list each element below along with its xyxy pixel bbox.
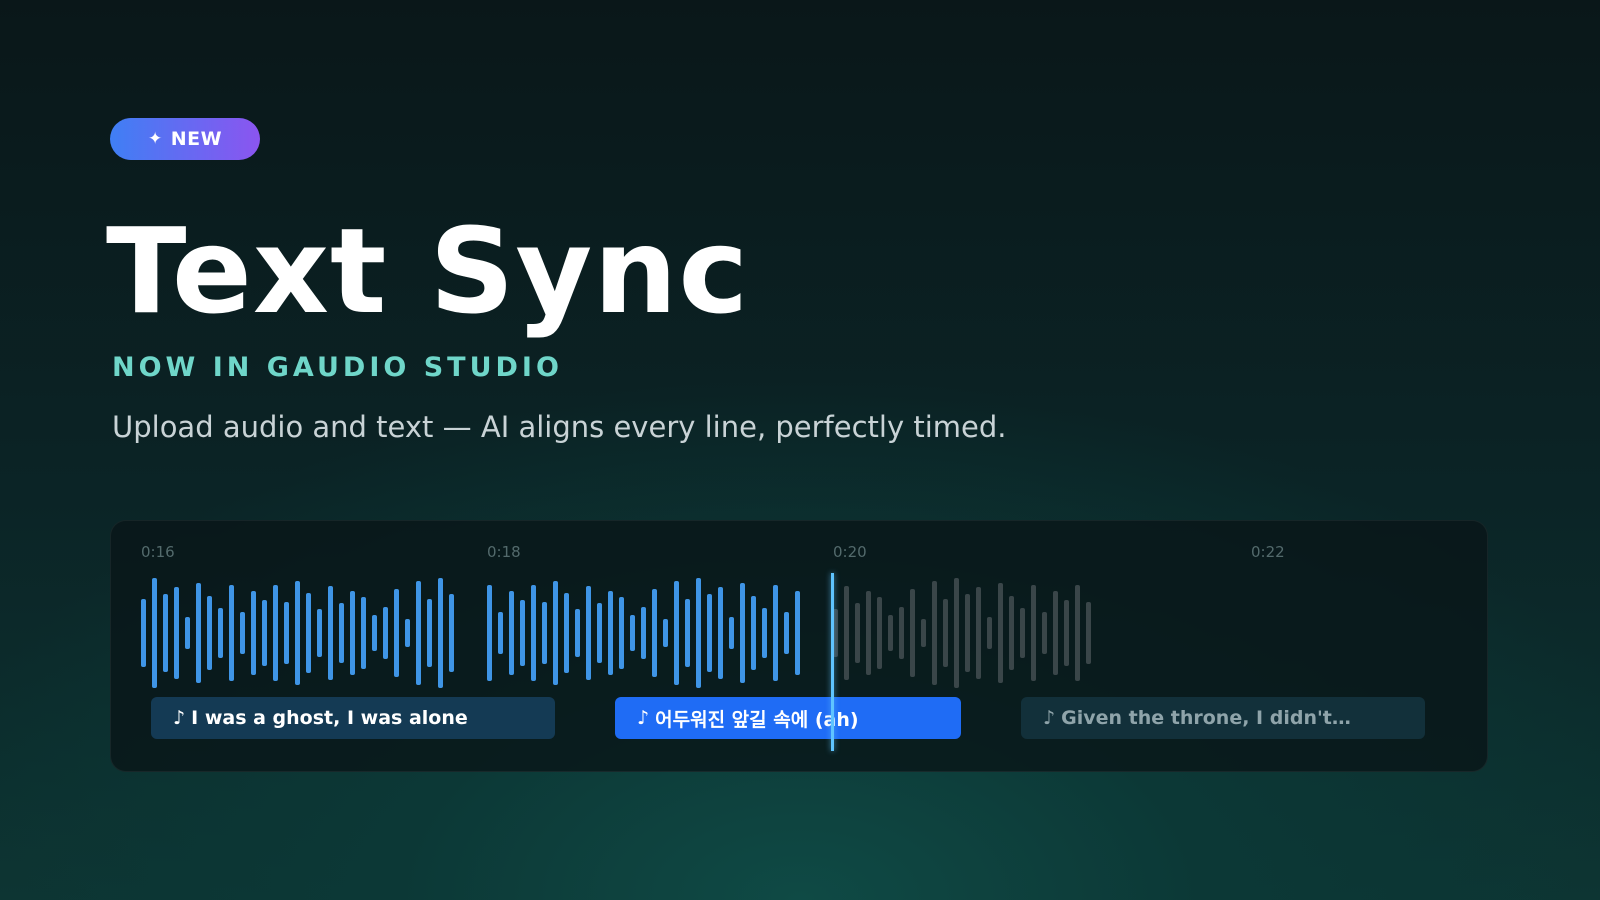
waveform-bar [608,591,613,675]
waveform-bar [1031,585,1036,681]
waveform-bar [729,617,734,649]
waveform-bar [877,597,882,669]
waveform-bar [866,591,871,675]
waveform-bar [707,594,712,672]
waveform-bar [932,581,937,685]
waveform-bar [564,593,569,673]
waveform-bar [696,578,701,688]
waveform-bar [185,617,190,649]
waveform-bar [663,619,668,647]
waveform-bar [295,581,300,685]
waveform-bar [350,591,355,675]
waveform-bar [394,589,399,677]
waveform-bar [449,594,454,672]
waveform-bar [630,615,635,651]
waveform-bar [218,608,223,658]
waveform-bar [652,589,657,677]
waveform-bar [855,603,860,663]
waveform-bar [762,608,767,658]
waveform-bar [427,599,432,667]
waveform-bar [619,597,624,669]
waveform-bar [751,596,756,670]
waveform-bar [174,587,179,679]
music-note-icon: ♪ [637,707,650,729]
page-title: Text Sync [106,202,750,340]
waveform-bar [152,578,157,688]
waveform-bar [240,612,245,654]
waveform-bar [229,585,234,681]
waveform-bar [954,578,959,688]
lyric-text: I was a ghost, I was alone [191,707,468,729]
waveform-bar [372,615,377,651]
waveform-bar [339,603,344,663]
playhead[interactable] [831,573,834,751]
waveform-bar [317,609,322,657]
waveform-bar [262,600,267,666]
waveform-bar [674,581,679,685]
waveform-bar [306,593,311,673]
waveform-bar [943,599,948,667]
waveform-bar [553,581,558,685]
waveform-bar [987,617,992,649]
waveform-bar [328,586,333,680]
waveform-bar [740,583,745,683]
new-badge: ✦ NEW [110,118,260,160]
waveform-bar [597,603,602,663]
waveform-bar [520,600,525,666]
lyric-segment-1[interactable]: ♪ I was a ghost, I was alone [151,697,555,739]
waveform-bar [487,585,492,681]
waveform-bar [383,607,388,659]
waveform-bar [251,591,256,675]
lyric-text: 어두워진 앞길 속에 (ah) [655,708,859,731]
waveform-bar [1075,585,1080,681]
waveform-bar [284,602,289,664]
waveform-bar [575,609,580,657]
waveform-bar [1086,602,1091,664]
waveform-bar [718,587,723,679]
waveform-bar [163,594,168,672]
waveform-bar [498,612,503,654]
waveform-bar [1020,608,1025,658]
waveform-bar [976,587,981,679]
waveform-bar [921,619,926,647]
waveform-bar [773,585,778,681]
waveform-bar [207,596,212,670]
waveform-bar [899,607,904,659]
page-subtitle: Upload audio and text — AI aligns every … [112,410,1007,444]
waveform-bar [888,615,893,651]
timeline-panel: 0:16 0:18 0:20 0:22 ♪ I was a ghost, I w… [110,520,1488,772]
waveform-bar [844,586,849,680]
new-badge-label: NEW [170,128,223,150]
waveform-bar [1009,596,1014,670]
waveform-bar [998,583,1003,683]
waveform-bar [1042,612,1047,654]
waveform-bar [795,591,800,675]
waveform-bar [416,581,421,685]
lyric-segment-2-active[interactable]: ♪ 어두워진 앞길 속에 (ah) [615,697,961,739]
waveform-bar [1053,591,1058,675]
sparkle-icon: ✦ [147,129,163,149]
waveform-bar [509,591,514,675]
waveform-bar [405,619,410,647]
waveform-bar [965,594,970,672]
waveform-bar [542,602,547,664]
lyric-segment-3[interactable]: ♪ Given the throne, I didn't… [1021,697,1425,739]
waveform-bar [361,597,366,669]
waveform-bar [438,578,443,688]
waveform-bar [910,589,915,677]
waveform-bar [784,612,789,654]
waveform-bar [586,586,591,680]
waveform-bar [641,607,646,659]
lyric-text: Given the throne, I didn't… [1061,707,1351,729]
waveform-bar [141,599,146,667]
waveform-bar [531,585,536,681]
waveform-bar [196,583,201,683]
studio-kicker: NOW IN GAUDIO STUDIO [112,352,563,383]
music-note-icon: ♪ [1043,707,1056,729]
music-note-icon: ♪ [173,707,186,729]
waveform-bar [685,599,690,667]
waveform-bar [1064,600,1069,666]
waveform-bar [273,585,278,681]
